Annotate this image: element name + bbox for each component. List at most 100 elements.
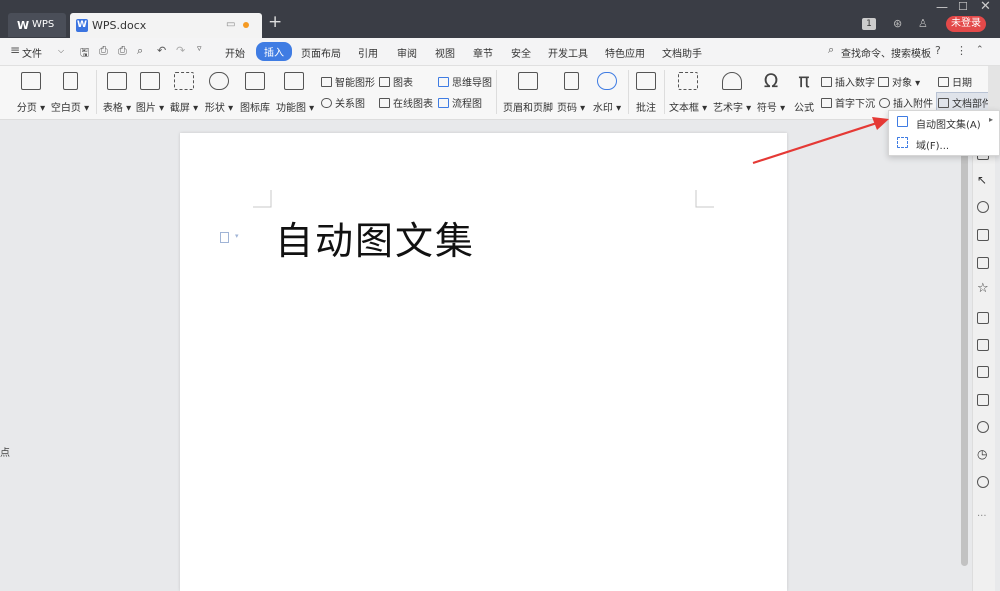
dropdown-item-field[interactable]: 域(F)... xyxy=(889,133,999,153)
relation-diagram-icon xyxy=(321,98,332,108)
new-tab-button[interactable]: + xyxy=(268,12,282,32)
quick-access-more-icon[interactable]: ▿ xyxy=(197,44,202,54)
minimize-icon[interactable]: — xyxy=(936,0,948,14)
vertical-scrollbar-thumb[interactable] xyxy=(961,128,968,566)
maximize-icon[interactable]: ☐ xyxy=(958,0,968,13)
properties-pane-icon[interactable] xyxy=(977,229,989,241)
drop-cap-icon xyxy=(821,98,832,108)
online-chart-button[interactable]: 在线图表 xyxy=(379,95,433,110)
save-icon[interactable]: 🖫 xyxy=(80,44,89,63)
shape-button[interactable]: 形状 ▾ xyxy=(204,72,234,114)
paragraph-handle-icon[interactable] xyxy=(220,232,229,243)
ribbon-divider xyxy=(628,70,629,114)
document-body-text[interactable]: 自动图文集 xyxy=(275,210,475,265)
history-icon[interactable]: ◷ xyxy=(977,448,989,460)
comment-icon xyxy=(636,72,656,90)
menu-features[interactable]: 特色应用 xyxy=(605,45,645,60)
date-button[interactable]: 日期 xyxy=(938,74,972,89)
watermark-button[interactable]: 水印 ▾ xyxy=(592,72,622,114)
command-search[interactable]: 查找命令、搜索模板 xyxy=(841,45,931,60)
compass-icon[interactable] xyxy=(977,421,989,433)
share-icon[interactable] xyxy=(977,312,989,324)
shapes-pane-icon[interactable] xyxy=(977,201,989,213)
screenshot-icon xyxy=(174,72,194,90)
paragraph-handle-caret-icon[interactable]: ▾ xyxy=(235,232,239,240)
star-icon[interactable]: ☆ xyxy=(977,282,989,295)
blank-page-button[interactable]: 空白页 ▾ xyxy=(50,72,90,114)
insert-number-button[interactable]: 插入数字 xyxy=(821,74,875,89)
page-number-icon xyxy=(563,72,579,90)
function-chart-icon xyxy=(284,72,304,90)
export-pdf-icon[interactable]: ⎙ xyxy=(99,44,108,58)
chart-button[interactable]: 图表 xyxy=(379,74,413,89)
omega-icon: Ω xyxy=(763,70,779,92)
word-art-button[interactable]: 艺术字 ▾ xyxy=(713,72,751,114)
picture-pane-icon[interactable] xyxy=(977,257,989,269)
menu-review[interactable]: 审阅 xyxy=(397,45,417,60)
header-footer-button[interactable]: 页眉和页脚 xyxy=(503,72,553,114)
select-cursor-icon[interactable]: ↖ xyxy=(977,174,989,186)
print-icon[interactable]: ⎙ xyxy=(118,44,127,58)
text-box-button[interactable]: 文本框 ▾ xyxy=(669,72,707,114)
help-circle-icon[interactable] xyxy=(977,476,989,488)
tab-count-badge[interactable]: 1 xyxy=(862,18,876,30)
more-icon[interactable]: ⋮ xyxy=(956,44,967,57)
icon-library-button[interactable]: 图标库 xyxy=(239,72,271,114)
flowchart-button[interactable]: 流程图 xyxy=(438,95,482,110)
page-break-button[interactable]: 分页 ▾ xyxy=(14,72,48,114)
wps-home-tab[interactable]: W WPS xyxy=(8,13,66,37)
menu-security[interactable]: 安全 xyxy=(511,45,531,60)
formula-button[interactable]: π 公式 xyxy=(792,71,816,114)
login-button[interactable]: 未登录 xyxy=(946,16,986,32)
redo-icon[interactable]: ↷ xyxy=(176,44,185,57)
collapse-ribbon-icon[interactable]: ⌃ xyxy=(976,45,984,55)
ribbon-divider xyxy=(664,70,665,114)
table-label: 表格 ▾ xyxy=(102,103,132,114)
comment-button[interactable]: 批注 xyxy=(634,72,658,114)
menu-section[interactable]: 章节 xyxy=(473,45,493,60)
dropdown-item-autotext[interactable]: 自动图文集(A) ▸ xyxy=(889,112,999,132)
comment-label: 批注 xyxy=(636,103,656,114)
translate-icon[interactable] xyxy=(977,339,989,351)
page-number-button[interactable]: 页码 ▾ xyxy=(557,72,585,114)
help-icon[interactable]: ? xyxy=(935,44,941,57)
symbol-button[interactable]: Ω 符号 ▾ xyxy=(756,71,786,114)
drop-cap-button[interactable]: 首字下沉 xyxy=(821,95,875,110)
table-button[interactable]: 表格 ▾ xyxy=(102,72,132,114)
smart-shape-button[interactable]: 智能图形 xyxy=(321,74,375,89)
formula-label: 公式 xyxy=(794,103,814,114)
picture-button[interactable]: 图片 ▾ xyxy=(135,72,165,114)
chevron-down-icon[interactable]: ⌵ xyxy=(58,46,64,56)
archive-icon[interactable] xyxy=(977,366,989,378)
menu-page-layout[interactable]: 页面布局 xyxy=(301,45,341,60)
mind-map-button[interactable]: 思维导图 xyxy=(438,74,492,89)
object-button[interactable]: 对象 ▾ xyxy=(878,74,920,89)
menu-view[interactable]: 视图 xyxy=(435,45,455,60)
menu-developer[interactable]: 开发工具 xyxy=(548,45,588,60)
insert-attachment-button[interactable]: 插入附件 xyxy=(879,95,933,110)
search-icon[interactable]: ⌕ xyxy=(828,43,834,57)
close-icon[interactable]: ✕ xyxy=(980,0,991,14)
relation-diagram-button[interactable]: 关系图 xyxy=(321,95,365,110)
menu-doc-assistant[interactable]: 文档助手 xyxy=(662,45,702,60)
wps-logo-icon: W xyxy=(17,19,30,32)
more-tools-icon[interactable]: ··· xyxy=(977,512,989,524)
page-break-label: 分页 ▾ xyxy=(16,103,46,114)
document-tab[interactable]: W WPS.docx ▭ xyxy=(70,13,262,38)
shirt-icon[interactable]: ♙ xyxy=(918,17,928,30)
image-icon[interactable] xyxy=(977,394,989,406)
menu-references[interactable]: 引用 xyxy=(358,45,378,60)
bar-chart-icon xyxy=(379,77,390,87)
hamburger-icon[interactable]: ≡ xyxy=(10,43,20,57)
undo-icon[interactable]: ↶ xyxy=(157,44,166,57)
submenu-arrow-icon: ▸ xyxy=(988,115,993,124)
monitor-icon[interactable]: ▭ xyxy=(226,19,235,30)
menu-start[interactable]: 开始 xyxy=(225,45,245,60)
print-preview-icon[interactable]: ⌕ xyxy=(137,44,143,58)
skin-icon[interactable]: ⊛ xyxy=(893,17,902,30)
screenshot-button[interactable]: 截屏 ▾ xyxy=(169,72,199,114)
menu-insert[interactable]: 插入 xyxy=(256,42,292,61)
dropdown-item-label: 自动图文集(A) xyxy=(916,120,981,131)
function-chart-button[interactable]: 功能图 ▾ xyxy=(276,72,314,114)
file-menu[interactable]: 文件 xyxy=(22,45,42,60)
